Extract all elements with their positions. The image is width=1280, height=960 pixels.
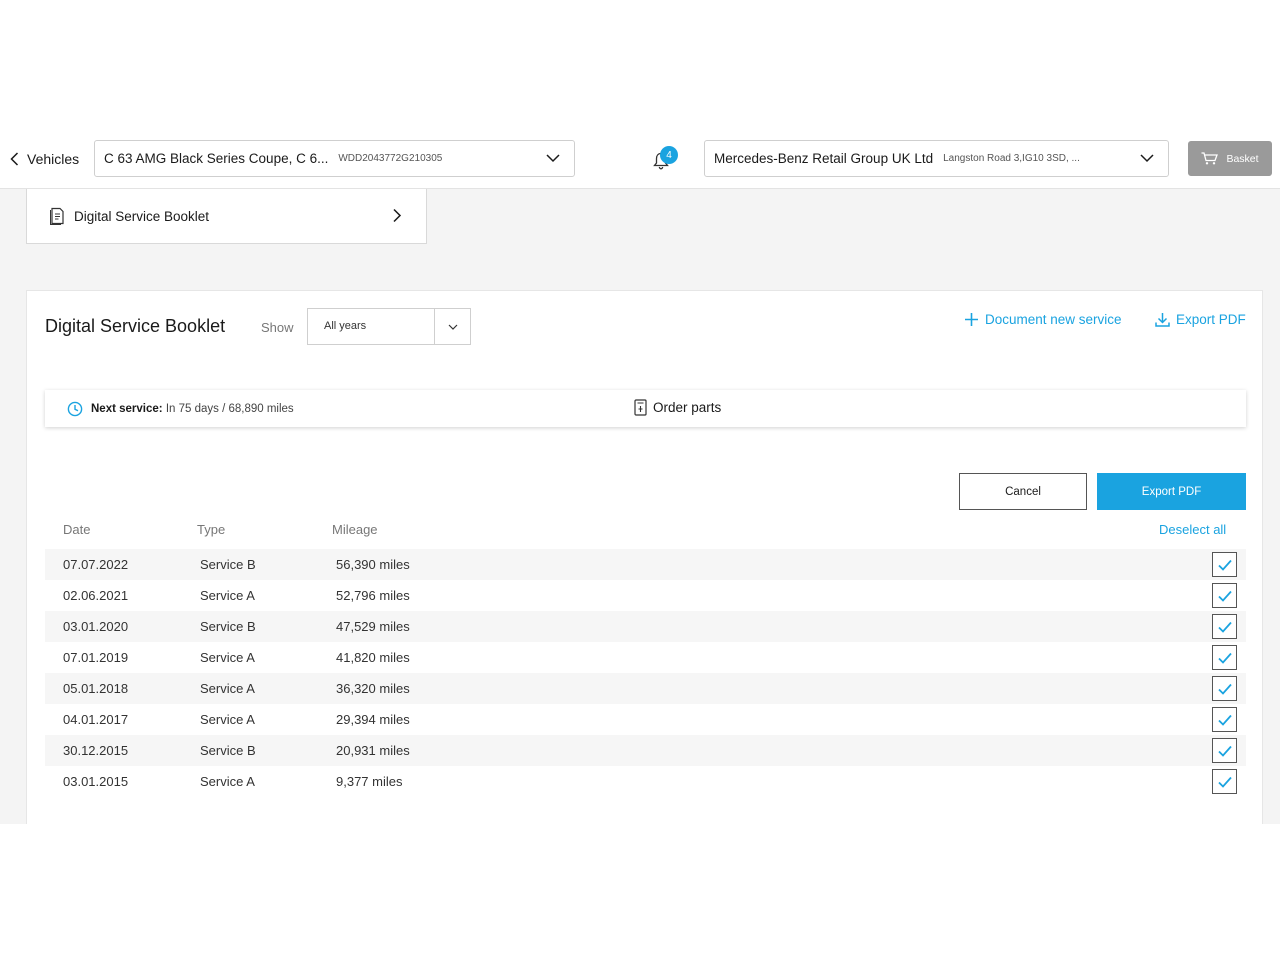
row-checkbox[interactable] [1212, 676, 1237, 701]
show-label: Show [261, 320, 294, 335]
order-parts-link[interactable]: Order parts [634, 399, 721, 416]
back-to-vehicles-link[interactable]: Vehicles [10, 148, 79, 170]
row-type: Service A [200, 650, 255, 665]
check-icon [1217, 745, 1232, 757]
table-row: 07.01.2019 Service A 41,820 miles [45, 642, 1246, 673]
vehicle-select[interactable]: C 63 AMG Black Series Coupe, C 6... WDD2… [94, 140, 575, 177]
table-row: 02.06.2021 Service A 52,796 miles [45, 580, 1246, 611]
order-parts-label: Order parts [653, 400, 722, 415]
page-title: Digital Service Booklet [45, 316, 226, 336]
export-pdf-link[interactable]: Export PDF [1155, 312, 1246, 327]
check-icon [1217, 590, 1232, 602]
row-date: 07.07.2022 [63, 557, 129, 572]
export-pdf-button[interactable]: Export PDF [1097, 473, 1246, 510]
check-icon [1217, 714, 1232, 726]
row-mileage: 36,320 miles [336, 681, 410, 696]
row-mileage: 56,390 miles [336, 557, 410, 572]
table-row: 03.01.2020 Service B 47,529 miles [45, 611, 1246, 642]
row-mileage: 47,529 miles [336, 619, 410, 634]
booklet-icon [50, 207, 64, 225]
row-checkbox[interactable] [1212, 645, 1237, 670]
export-pdf-link-label: Export PDF [1176, 312, 1246, 327]
basket-label: Basket [1226, 152, 1259, 165]
service-booklet-card: Digital Service Booklet Show All years D… [26, 290, 1263, 824]
row-date: 07.01.2019 [63, 650, 129, 665]
table-row: 03.01.2015 Service A 9,377 miles [45, 766, 1246, 797]
year-filter-value: All years [324, 320, 367, 332]
check-icon [1217, 776, 1232, 788]
chevron-right-icon [393, 208, 402, 223]
row-mileage: 52,796 miles [336, 588, 410, 603]
row-mileage: 9,377 miles [336, 774, 403, 789]
next-service-label: Next service: [91, 403, 163, 415]
next-service-bar: Next service: In 75 days / 68,890 miles … [45, 390, 1246, 427]
row-date: 30.12.2015 [63, 743, 129, 758]
row-type: Service B [200, 619, 256, 634]
row-date: 04.01.2017 [63, 712, 129, 727]
table-row: 04.01.2017 Service A 29,394 miles [45, 704, 1246, 735]
row-type: Service A [200, 774, 255, 789]
row-type: Service B [200, 743, 256, 758]
row-type: Service A [200, 681, 255, 696]
check-icon [1217, 621, 1232, 633]
back-label: Vehicles [27, 151, 80, 167]
row-date: 03.01.2015 [63, 774, 129, 789]
row-type: Service A [200, 588, 255, 603]
row-checkbox[interactable] [1212, 614, 1237, 639]
table-row: 05.01.2018 Service A 36,320 miles [45, 673, 1246, 704]
clock-icon [67, 401, 83, 417]
side-nav-digital-service-booklet[interactable]: Digital Service Booklet [26, 189, 427, 244]
chevron-down-icon [448, 324, 458, 330]
next-service-value: In 75 days / 68,890 miles [165, 403, 294, 415]
cart-icon [1201, 152, 1219, 165]
year-filter-select[interactable]: All years [307, 308, 471, 345]
dealer-address: Langston Road 3,IG10 3SD, ... [943, 153, 1080, 164]
row-type: Service B [200, 557, 256, 572]
column-header-date: Date [63, 522, 91, 537]
basket-button[interactable]: Basket [1188, 141, 1272, 176]
column-header-type: Type [197, 522, 226, 537]
check-icon [1217, 652, 1232, 664]
row-mileage: 41,820 miles [336, 650, 410, 665]
parts-icon [634, 399, 647, 416]
document-new-service-label: Document new service [985, 312, 1122, 327]
service-table: 07.07.2022 Service B 56,390 miles 02.06.… [45, 549, 1246, 797]
row-mileage: 20,931 miles [336, 743, 410, 758]
column-header-mileage: Mileage [332, 522, 378, 537]
cancel-button[interactable]: Cancel [959, 473, 1087, 510]
chevron-down-icon [1140, 154, 1154, 163]
chevron-down-icon [546, 154, 560, 163]
row-checkbox[interactable] [1212, 707, 1237, 732]
row-type: Service A [200, 712, 255, 727]
notification-badge: 4 [660, 146, 678, 164]
select-divider [434, 309, 435, 344]
vehicle-name: C 63 AMG Black Series Coupe, C 6... [104, 151, 329, 166]
dealer-name: Mercedes-Benz Retail Group UK Ltd [714, 151, 934, 166]
row-date: 05.01.2018 [63, 681, 129, 696]
row-checkbox[interactable] [1212, 769, 1237, 794]
check-icon [1217, 559, 1232, 571]
row-date: 02.06.2021 [63, 588, 129, 603]
download-icon [1155, 313, 1170, 327]
top-header: Vehicles C 63 AMG Black Series Coupe, C … [0, 128, 1280, 189]
next-service-info: Next service: In 75 days / 68,890 miles [67, 401, 294, 417]
deselect-all-link[interactable]: Deselect all [1159, 522, 1226, 537]
page: Vehicles C 63 AMG Black Series Coupe, C … [0, 0, 1280, 960]
vehicle-vin: WDD2043772G210305 [338, 153, 443, 164]
row-checkbox[interactable] [1212, 738, 1237, 763]
document-new-service-link[interactable]: Document new service [964, 312, 1122, 327]
chevron-left-icon [10, 152, 19, 166]
dealer-select[interactable]: Mercedes-Benz Retail Group UK Ltd Langst… [704, 140, 1169, 177]
side-nav-label: Digital Service Booklet [74, 208, 210, 224]
check-icon [1217, 683, 1232, 695]
plus-icon [965, 313, 978, 326]
row-checkbox[interactable] [1212, 583, 1237, 608]
row-mileage: 29,394 miles [336, 712, 410, 727]
table-row: 07.07.2022 Service B 56,390 miles [45, 549, 1246, 580]
notifications-button[interactable]: 4 [652, 146, 680, 174]
row-date: 03.01.2020 [63, 619, 129, 634]
table-row: 30.12.2015 Service B 20,931 miles [45, 735, 1246, 766]
row-checkbox[interactable] [1212, 552, 1237, 577]
